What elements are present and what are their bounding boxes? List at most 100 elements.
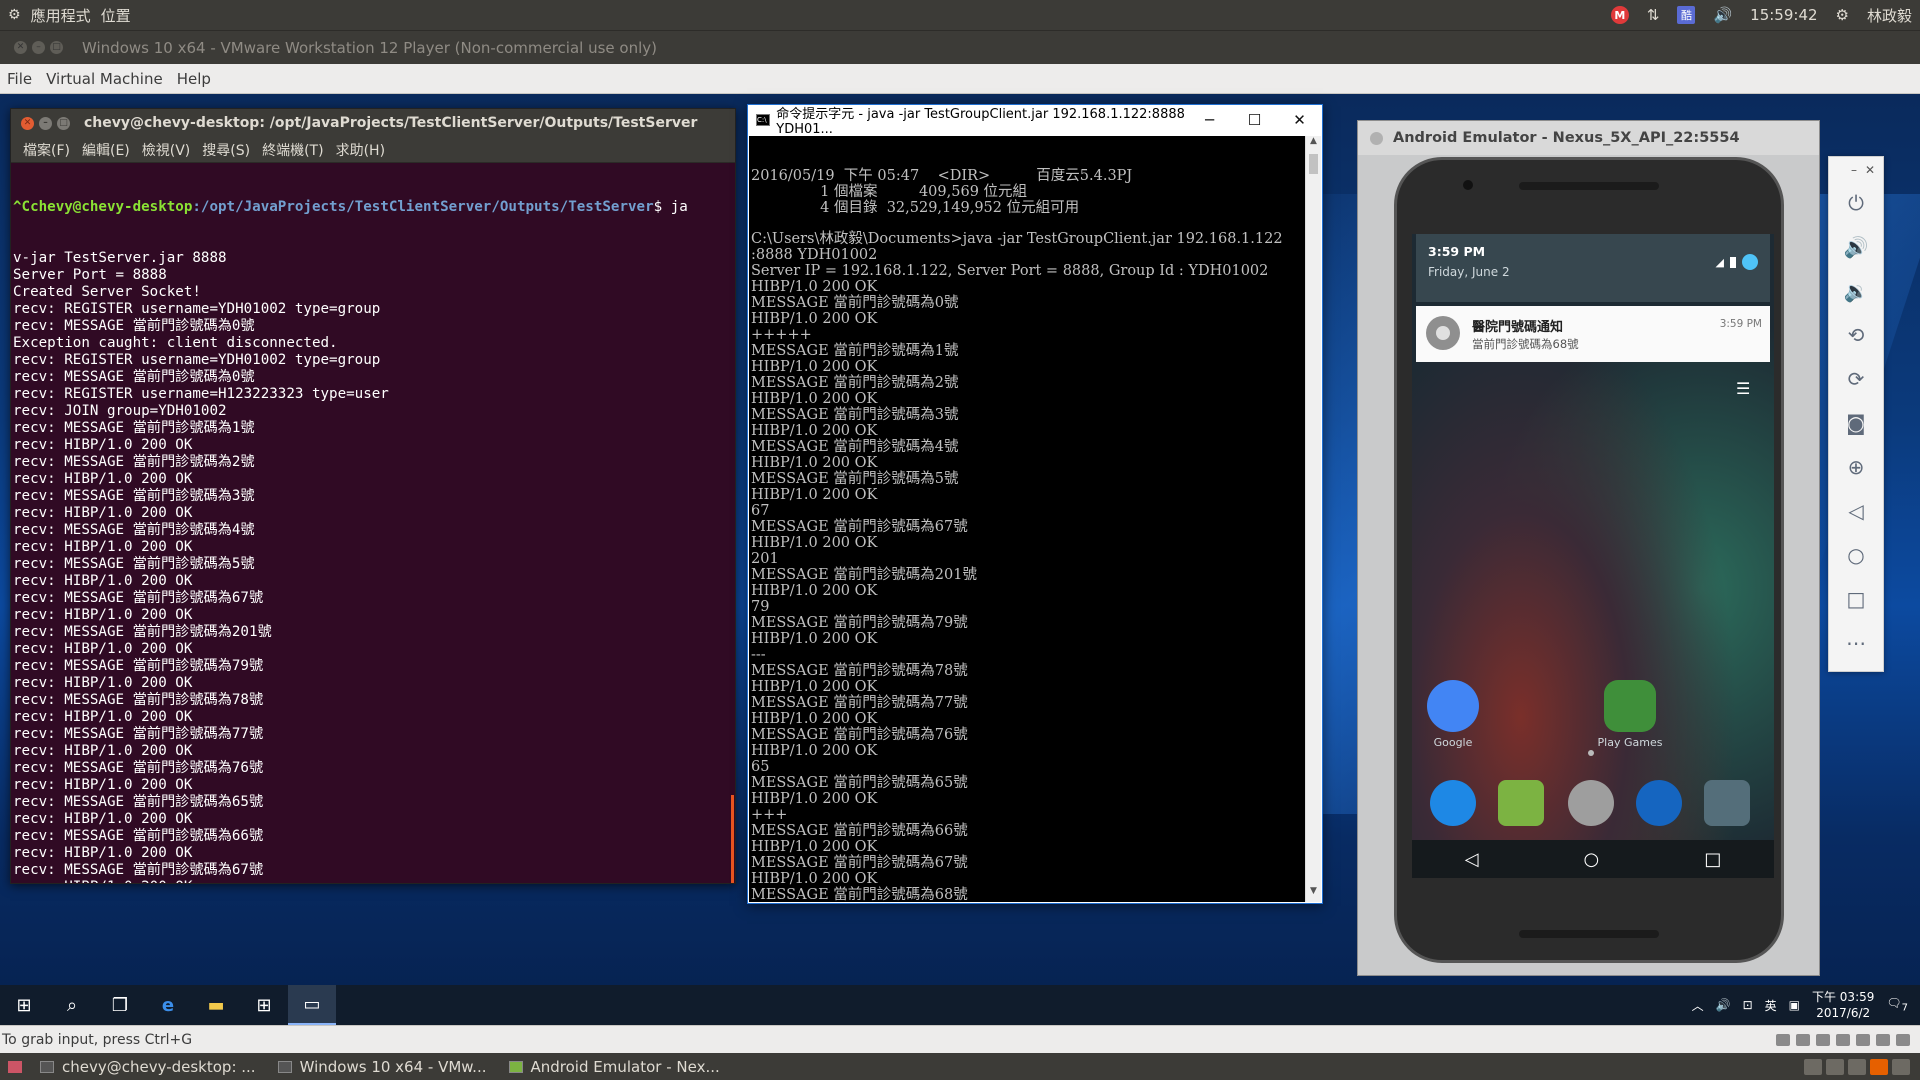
taskbar-item-emulator[interactable]: Android Emulator - Nex...	[501, 1053, 734, 1080]
usb-icon[interactable]	[1856, 1033, 1870, 1046]
menu-virtual-machine[interactable]: Virtual Machine	[39, 65, 170, 93]
close-icon[interactable]: ✕	[1865, 163, 1875, 181]
back-icon[interactable]: ◁	[1465, 849, 1479, 870]
volume-up-icon[interactable]: 🔊	[1839, 225, 1873, 269]
minimize-icon[interactable]: –	[32, 41, 45, 54]
message-icon[interactable]	[1896, 1033, 1910, 1046]
menu-file[interactable]: 檔案(F)	[17, 140, 76, 160]
minimize-icon[interactable]: –	[1851, 163, 1857, 181]
menu-search[interactable]: 搜尋(S)	[196, 140, 256, 160]
browser-icon[interactable]	[1636, 780, 1682, 826]
volume-icon[interactable]: 🔊	[1716, 998, 1731, 1012]
cmd-titlebar[interactable]: C:\ 命令提示字元 - java -jar TestGroupClient.j…	[748, 105, 1322, 137]
scroll-down-icon[interactable]: ▼	[1306, 886, 1321, 902]
close-icon[interactable]	[1370, 131, 1383, 145]
scroll-up-icon[interactable]: ▲	[1306, 136, 1321, 152]
input-language[interactable]: 英	[1765, 997, 1777, 1014]
close-icon[interactable]: ✕	[21, 116, 34, 130]
cmd-scrollbar[interactable]: ▲ ▼	[1305, 136, 1321, 902]
firefox-icon[interactable]	[1870, 1058, 1888, 1075]
maximize-icon[interactable]: □	[50, 41, 63, 54]
menu-help[interactable]: Help	[170, 65, 218, 93]
rotate-right-icon[interactable]: ⟳	[1839, 357, 1873, 401]
network-icon[interactable]: ⇅	[1647, 6, 1660, 24]
home-icon[interactable]: ○	[1839, 533, 1873, 577]
places-menu[interactable]: 位置	[101, 5, 131, 26]
windows-clock[interactable]: 下午 03:59 2017/6/2	[1812, 989, 1874, 1021]
minimize-icon[interactable]: –	[39, 116, 52, 130]
emulator-titlebar[interactable]: Android Emulator - Nexus_5X_API_22:5554	[1358, 121, 1819, 155]
phone-icon[interactable]	[1430, 780, 1476, 826]
applications-menu[interactable]: 應用程式	[31, 5, 91, 26]
terminal-titlebar[interactable]: ✕ – □ chevy@chevy-desktop: /opt/JavaProj…	[11, 109, 735, 137]
app-google[interactable]: Google	[1418, 680, 1488, 749]
zoom-icon[interactable]: ⊕	[1839, 445, 1873, 489]
action-center-icon[interactable]: 🗨7	[1886, 996, 1908, 1013]
cmd-taskbar-icon[interactable]: ▭	[288, 985, 336, 1025]
maximize-icon[interactable]: □	[57, 116, 70, 130]
workspace-switcher-icon[interactable]	[1804, 1058, 1822, 1075]
sound-card-icon[interactable]	[1876, 1033, 1890, 1046]
cmd-window[interactable]: C:\ 命令提示字元 - java -jar TestGroupClient.j…	[747, 104, 1323, 904]
back-icon[interactable]: ◁	[1839, 489, 1873, 533]
app-tray-icon[interactable]	[1892, 1058, 1910, 1075]
android-emulator-window[interactable]: Android Emulator - Nexus_5X_API_22:5554 …	[1357, 120, 1820, 976]
mail-indicator-icon[interactable]: M	[1610, 6, 1629, 24]
taskbar-item-terminal[interactable]: chevy@chevy-desktop: ...	[32, 1053, 270, 1080]
close-icon[interactable]: ✕	[14, 41, 27, 54]
terminal-scrollbar[interactable]	[729, 165, 735, 883]
menu-view[interactable]: 檢視(V)	[136, 140, 197, 160]
search-icon[interactable]: ⌕	[48, 985, 96, 1025]
app-play-games[interactable]: Play Games	[1580, 680, 1680, 749]
file-explorer-icon[interactable]: ▬	[192, 985, 240, 1025]
app-drawer-icon[interactable]	[1568, 780, 1614, 826]
overview-icon[interactable]: □	[1704, 849, 1721, 870]
camera-icon[interactable]	[1704, 780, 1750, 826]
power-icon[interactable]: ⏻	[1839, 181, 1873, 225]
menu-help[interactable]: 求助(H)	[330, 140, 391, 160]
close-icon[interactable]: ✕	[1277, 111, 1322, 129]
notification-shade-header[interactable]: 3:59 PM Friday, June 2 ◢	[1416, 234, 1770, 302]
windows-start-icon[interactable]: ⊞	[0, 985, 48, 1025]
app-tray-icon[interactable]	[1848, 1058, 1866, 1075]
messaging-icon[interactable]	[1498, 780, 1544, 826]
more-icon[interactable]: ⋯	[1839, 621, 1873, 665]
edge-icon[interactable]: e	[144, 985, 192, 1025]
menu-file[interactable]: File	[0, 65, 39, 93]
rotate-left-icon[interactable]: ⟲	[1839, 313, 1873, 357]
cd-drive-icon[interactable]	[1796, 1033, 1810, 1046]
trash-icon[interactable]	[1826, 1058, 1844, 1075]
network-adapter-icon[interactable]	[1836, 1033, 1850, 1046]
volume-icon[interactable]: 🔊	[1713, 6, 1732, 24]
terminal-output[interactable]: ^Cchevy@chevy-desktop:/opt/JavaProjects/…	[13, 165, 725, 883]
printer-icon[interactable]	[1816, 1033, 1830, 1046]
ubuntu-logo-icon[interactable]: ⚙	[8, 7, 21, 23]
tray-chevron-icon[interactable]: ︿	[1692, 997, 1704, 1014]
clock[interactable]: 15:59:42	[1750, 6, 1817, 24]
hard-disk-icon[interactable]	[1776, 1033, 1790, 1046]
taskbar-item-vmware[interactable]: Windows 10 x64 - VMw...	[270, 1053, 501, 1080]
menu-terminal[interactable]: 終端機(T)	[256, 140, 329, 160]
ubuntu-terminal-window[interactable]: ✕ – □ chevy@chevy-desktop: /opt/JavaProj…	[10, 108, 736, 884]
cmd-output[interactable]: 2016/05/19 下午 05:47 <DIR> 百度云5.4.3PJ 1 個…	[749, 136, 1306, 902]
show-desktop-icon[interactable]	[8, 1060, 22, 1073]
task-view-icon[interactable]: ❐	[96, 985, 144, 1025]
clear-all-icon[interactable]: ☰	[1736, 381, 1754, 398]
overview-icon[interactable]: □	[1839, 577, 1873, 621]
ime-mode-icon[interactable]: ▣	[1789, 998, 1800, 1012]
camera-icon[interactable]: ◙	[1839, 401, 1873, 445]
minimize-icon[interactable]: ─	[1187, 111, 1232, 129]
user-name[interactable]: 林政毅	[1867, 5, 1912, 26]
network-icon[interactable]: ⊡	[1743, 998, 1753, 1012]
notification-card[interactable]: 醫院門號碼通知 當前門診號碼為68號 3:59 PM	[1416, 306, 1770, 362]
maximize-icon[interactable]: ☐	[1232, 111, 1277, 129]
phone-screen[interactable]: 3:59 PM Friday, June 2 ◢ 醫院門號碼通知 當前門診號碼為…	[1412, 234, 1774, 878]
scrollbar-thumb[interactable]	[731, 795, 734, 883]
account-icon[interactable]	[1742, 254, 1758, 270]
home-icon[interactable]: ○	[1584, 849, 1600, 870]
menu-edit[interactable]: 編輯(E)	[76, 140, 136, 160]
input-method-icon[interactable]: 酷	[1677, 6, 1696, 24]
settings-gear-icon[interactable]: ⚙	[1836, 6, 1849, 24]
store-icon[interactable]: ⊞	[240, 985, 288, 1025]
volume-down-icon[interactable]: 🔉	[1839, 269, 1873, 313]
